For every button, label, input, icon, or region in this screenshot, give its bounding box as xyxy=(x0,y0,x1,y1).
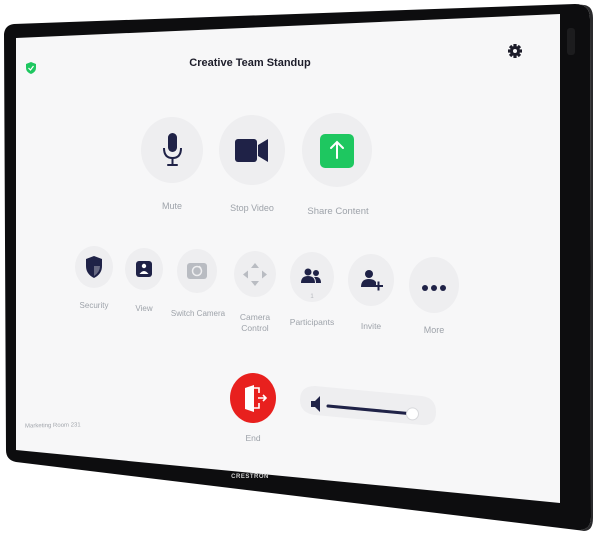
invite-button[interactable] xyxy=(348,254,394,306)
video-camera-icon xyxy=(235,139,268,162)
share-content-button[interactable] xyxy=(302,113,372,187)
volume-knob[interactable] xyxy=(405,407,419,421)
view-icon xyxy=(136,261,152,277)
share-arrow-icon xyxy=(320,134,354,168)
end-call-button[interactable] xyxy=(230,373,276,423)
participants-button[interactable] xyxy=(290,252,334,302)
switch-camera-button[interactable] xyxy=(177,249,217,293)
ellipsis-icon xyxy=(422,285,446,291)
more-button[interactable] xyxy=(409,257,459,313)
crestron-touch-panel xyxy=(4,4,593,531)
security-button[interactable] xyxy=(75,246,113,288)
proximity-sensor xyxy=(567,28,575,55)
camera-control-button[interactable] xyxy=(234,251,276,297)
settings-gear-icon[interactable] xyxy=(508,44,522,58)
stop-video-button[interactable] xyxy=(219,115,285,185)
view-button[interactable] xyxy=(125,248,163,290)
switch-camera-icon xyxy=(187,263,207,279)
mute-button[interactable] xyxy=(141,117,203,183)
